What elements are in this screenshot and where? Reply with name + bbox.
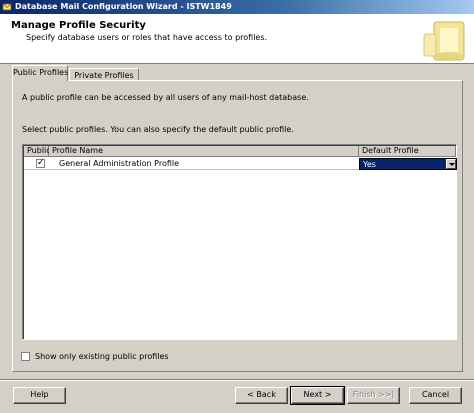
wizard-header: Manage Profile Security Specify database… bbox=[0, 14, 474, 64]
public-profile-description: A public profile can be accessed by all … bbox=[22, 93, 309, 102]
column-header-default-profile[interactable]: Default Profile bbox=[359, 146, 456, 157]
footer-divider bbox=[0, 379, 474, 381]
chevron-down-icon[interactable] bbox=[446, 159, 456, 169]
public-profiles-panel: A public profile can be accessed by all … bbox=[12, 80, 463, 372]
table-row[interactable]: ✓ General Administration Profile Yes bbox=[24, 158, 457, 170]
column-header-public[interactable]: Public bbox=[24, 146, 51, 157]
next-button[interactable]: Next > bbox=[290, 386, 345, 405]
cancel-button[interactable]: Cancel bbox=[409, 387, 462, 404]
show-existing-label: Show only existing public profiles bbox=[35, 352, 169, 361]
profile-name-cell: General Administration Profile bbox=[59, 159, 180, 168]
finish-button[interactable]: Finish >>| bbox=[347, 387, 400, 404]
title-bar: Database Mail Configuration Wizard - IST… bbox=[0, 0, 474, 14]
back-button[interactable]: < Back bbox=[235, 387, 288, 404]
default-profile-value: Yes bbox=[363, 160, 376, 169]
show-existing-checkbox[interactable] bbox=[21, 352, 30, 361]
checkmark-icon: ✓ bbox=[37, 158, 45, 168]
default-profile-dropdown[interactable]: Yes bbox=[359, 158, 457, 170]
wizard-banner-icon bbox=[423, 21, 465, 61]
database-mail-icon bbox=[2, 3, 12, 11]
public-checkbox[interactable]: ✓ bbox=[36, 158, 45, 168]
page-subtitle: Specify database users or roles that hav… bbox=[26, 33, 268, 42]
help-button[interactable]: Help bbox=[13, 387, 66, 404]
page-title: Manage Profile Security bbox=[11, 20, 146, 31]
tab-public-profiles[interactable]: Public Profiles bbox=[12, 65, 68, 81]
window-title: Database Mail Configuration Wizard - IST… bbox=[15, 2, 232, 11]
profiles-grid[interactable]: Public Profile Name Default Profile ✓ Ge… bbox=[22, 144, 457, 340]
public-profile-instruction: Select public profiles. You can also spe… bbox=[22, 125, 294, 134]
column-header-profile-name[interactable]: Profile Name bbox=[49, 146, 359, 157]
